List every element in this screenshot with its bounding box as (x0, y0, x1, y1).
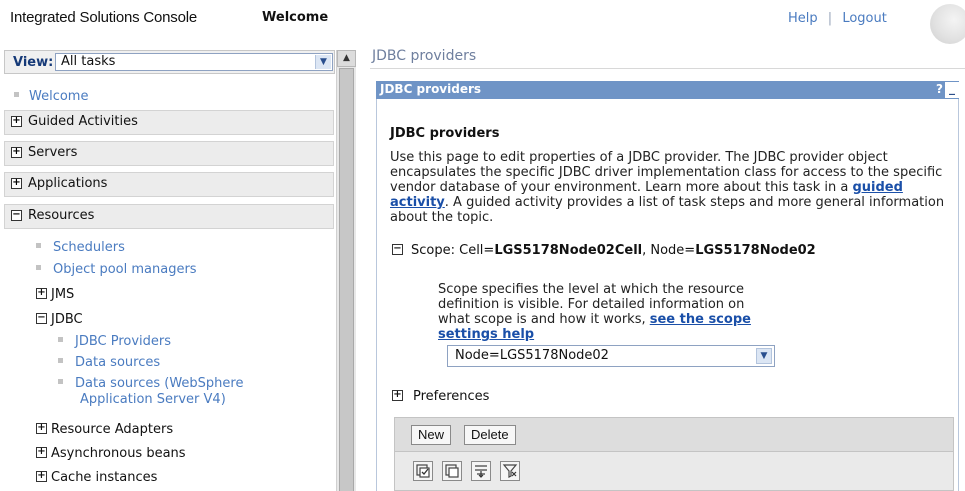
minimize-icon[interactable]: _ (945, 82, 959, 98)
expand-plus-icon[interactable]: + (11, 178, 22, 189)
nav-item-label: Schedulers (53, 240, 125, 255)
nav-item-asynchronous-beans[interactable]: + Asynchronous beans (36, 446, 186, 461)
nav-item-data-sources[interactable]: Data sources (58, 355, 160, 370)
nav-item-label: Data sources (75, 355, 161, 370)
nav-item-label: JDBC (51, 312, 83, 327)
nav-scrollbar[interactable]: ▲ (336, 50, 356, 491)
nav-group-label: Guided Activities (28, 114, 138, 129)
scope-select-value: Node=LGS5178Node02 (455, 348, 609, 363)
scope-prefix: Scope: Cell= (411, 243, 495, 258)
expand-plus-icon[interactable]: + (392, 390, 403, 401)
nav-item-jdbc[interactable]: − JDBC (36, 312, 83, 327)
scroll-up-arrow-icon[interactable]: ▲ (337, 50, 356, 67)
expand-plus-icon[interactable]: + (36, 288, 47, 299)
help-question-icon[interactable]: ? (936, 82, 943, 96)
nav-item-welcome[interactable]: Welcome (14, 89, 88, 104)
nav-item-label: JMS (51, 287, 75, 302)
nav-item-object-pool-managers[interactable]: Object pool managers (36, 262, 197, 277)
desc-text-2: . A guided activity provides a list of t… (390, 195, 945, 225)
nav-item-cache-instances[interactable]: + Cache instances (36, 470, 157, 485)
scope-cell: LGS5178Node02Cell (494, 243, 643, 258)
delete-button[interactable]: Delete (464, 425, 516, 445)
main-content: JDBC providers JDBC providers ? _ JDBC p… (370, 46, 965, 491)
nav-group-label: Servers (28, 145, 78, 160)
console-header: Integrated Solutions Console Welcome Hel… (0, 0, 965, 44)
welcome-title: Welcome (262, 10, 329, 25)
expand-plus-icon[interactable]: + (36, 423, 47, 434)
bullet-icon (58, 337, 63, 342)
scope-node: LGS5178Node02 (695, 243, 816, 258)
header-separator: | (827, 11, 833, 26)
nav-welcome-label: Welcome (29, 89, 89, 104)
globe-logo-icon (930, 4, 965, 44)
nav-item-label: Object pool managers (53, 262, 197, 277)
show-filter-icon[interactable] (471, 461, 491, 481)
nav-item-resource-adapters[interactable]: + Resource Adapters (36, 422, 173, 437)
nav-item-data-sources-ws-v4[interactable]: Data sources (WebSphere (58, 376, 243, 391)
navigation-tree: View: All tasks ▼ ▲ Welcome + Guided Act… (0, 46, 358, 491)
chevron-down-icon[interactable]: ▼ (756, 348, 772, 364)
nav-group-label: Applications (28, 176, 108, 191)
nav-item-label: JDBC Providers (75, 334, 172, 349)
view-select-value: All tasks (61, 54, 116, 69)
nav-group-applications[interactable]: + Applications (4, 172, 334, 197)
bullet-icon (36, 243, 41, 248)
collapse-minus-icon[interactable]: − (36, 313, 47, 324)
view-filter-row: View: All tasks ▼ (4, 50, 335, 74)
nav-item-label: Application Server V4) (80, 392, 226, 407)
nav-group-resources[interactable]: − Resources (4, 204, 334, 229)
bullet-icon (14, 92, 19, 97)
expand-plus-icon[interactable]: + (36, 447, 47, 458)
panel-title-bar: JDBC providers ? _ (376, 81, 959, 99)
deselect-all-icon[interactable] (442, 461, 462, 481)
collapse-minus-icon[interactable]: − (392, 244, 403, 255)
nav-group-servers[interactable]: + Servers (4, 141, 334, 166)
scope-select[interactable]: Node=LGS5178Node02 ▼ (447, 345, 775, 367)
scope-help-text: Scope specifies the level at which the r… (438, 282, 778, 342)
panel-title: JDBC providers (380, 82, 482, 96)
preferences-row[interactable]: + Preferences (392, 389, 489, 404)
nav-item-jdbc-providers[interactable]: JDBC Providers (58, 334, 171, 349)
scroll-thumb[interactable] (339, 68, 354, 491)
scope-row[interactable]: − Scope: Cell=LGS5178Node02Cell, Node=LGS… (392, 243, 816, 258)
scope-mid: , Node= (642, 243, 696, 258)
nav-item-jms[interactable]: + JMS (36, 287, 74, 302)
select-all-icon[interactable] (413, 461, 433, 481)
view-select[interactable]: All tasks ▼ (55, 53, 333, 71)
expand-plus-icon[interactable]: + (11, 116, 22, 127)
view-label: View: (13, 55, 54, 70)
nav-item-label: Data sources (WebSphere (75, 376, 244, 391)
nav-item-label: Asynchronous beans (51, 446, 186, 461)
help-link[interactable]: Help (788, 11, 818, 26)
panel-body: JDBC providers Use this page to edit pro… (376, 99, 959, 491)
clear-filter-icon[interactable] (500, 461, 520, 481)
breadcrumb-divider (370, 68, 965, 69)
content-description: Use this page to edit properties of a JD… (390, 150, 955, 225)
breadcrumb: JDBC providers (372, 48, 477, 64)
logout-link[interactable]: Logout (842, 11, 887, 26)
preferences-label: Preferences (413, 389, 490, 404)
nav-item-label: Resource Adapters (51, 422, 174, 437)
nav-item-label: Cache instances (51, 470, 158, 485)
bullet-icon (58, 358, 63, 363)
content-heading: JDBC providers (390, 126, 500, 141)
bullet-icon (36, 265, 41, 270)
chevron-down-icon[interactable]: ▼ (315, 55, 331, 69)
button-bar: New Delete (394, 417, 954, 452)
nav-item-schedulers[interactable]: Schedulers (36, 240, 125, 255)
table-toolbar (394, 452, 954, 491)
console-title: Integrated Solutions Console (10, 9, 198, 26)
header-links: Help | Logout (788, 11, 887, 26)
nav-group-label: Resources (28, 208, 95, 223)
expand-plus-icon[interactable]: + (36, 471, 47, 482)
nav-group-guided-activities[interactable]: + Guided Activities (4, 110, 334, 135)
new-button[interactable]: New (411, 425, 452, 445)
expand-plus-icon[interactable]: + (11, 147, 22, 158)
bullet-icon (58, 379, 63, 384)
collapse-minus-icon[interactable]: − (11, 210, 22, 221)
nav-item-data-sources-ws-v4-line2[interactable]: Application Server V4) (80, 392, 226, 407)
